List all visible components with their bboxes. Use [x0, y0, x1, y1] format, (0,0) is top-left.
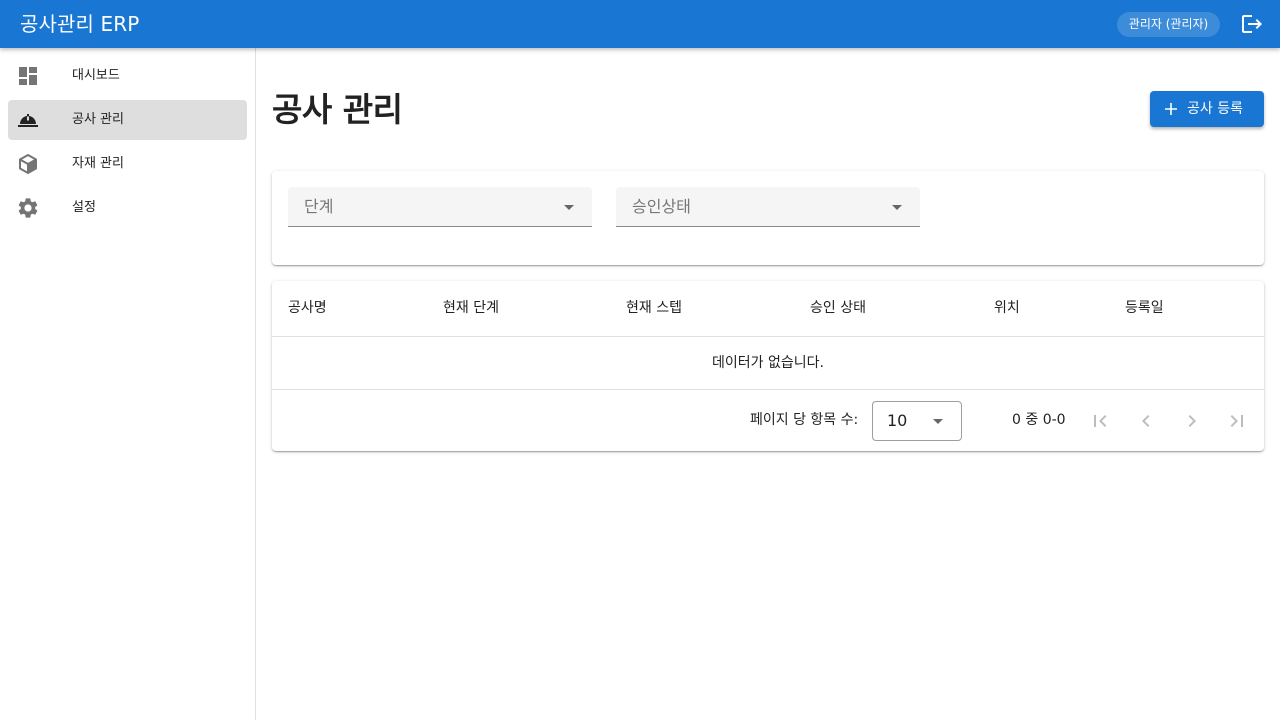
sidebar-item-label: 대시보드 [72, 68, 120, 83]
add-button-label: 공사 등록 [1187, 101, 1243, 117]
pagination-range: 0 중 0-0 [1012, 412, 1066, 428]
first-page-button[interactable] [1084, 405, 1116, 437]
dashboard-icon [19, 67, 37, 85]
add-construction-button[interactable]: 공사 등록 [1150, 91, 1264, 127]
page-title: 공사 관리 [272, 90, 403, 129]
table-pagination: 페이지 당 항목 수: 10 0 중 0-0 [272, 390, 1264, 451]
column-header-step[interactable]: 현재 스텝 [626, 281, 682, 336]
sidebar-item-label: 설정 [72, 200, 96, 215]
first-page-icon [1094, 415, 1107, 427]
plus-icon [1165, 103, 1177, 115]
sidebar-item-construction[interactable]: 공사 관리 [8, 100, 247, 140]
rows-per-page-select[interactable]: 10 [872, 401, 962, 441]
app-title: 공사관리 ERP [20, 12, 140, 36]
hard-hat-icon [18, 114, 38, 127]
approval-status-select[interactable]: 승인상태 [616, 187, 920, 227]
last-page-button[interactable] [1221, 405, 1253, 437]
gear-icon [18, 198, 38, 218]
chevron-down-icon [564, 205, 574, 210]
rows-per-page-value: 10 [887, 411, 908, 430]
chevron-right-icon [1188, 415, 1196, 427]
box-icon [19, 154, 37, 174]
construction-table: 공사명 현재 단계 현재 스텝 승인 상태 위치 등록일 데이터가 없습니다. … [272, 281, 1264, 451]
filter-panel: 단계 승인상태 [272, 171, 1264, 265]
sidebar-item-label: 자재 관리 [72, 156, 124, 171]
chevron-down-icon [933, 419, 943, 424]
sidebar-item-settings[interactable]: 설정 [8, 188, 247, 228]
sidebar-item-label: 공사 관리 [72, 112, 124, 127]
chevron-down-icon [892, 205, 902, 210]
app-bar: 공사관리 ERP 관리자 (관리자) [0, 0, 1280, 48]
rows-per-page-label: 페이지 당 항목 수: [750, 412, 859, 428]
chevron-left-icon [1142, 415, 1150, 427]
stage-select[interactable]: 단계 [288, 187, 592, 227]
sidebar-item-materials[interactable]: 자재 관리 [8, 144, 247, 184]
column-header-registered-date[interactable]: 등록일 [1125, 281, 1164, 336]
stage-select-placeholder: 단계 [304, 197, 334, 216]
empty-message: 데이터가 없습니다. [272, 337, 1264, 390]
last-page-icon [1230, 415, 1243, 427]
sidebar: 대시보드 공사 관리 자재 관리 설정 [0, 48, 256, 720]
column-header-approval[interactable]: 승인 상태 [810, 281, 866, 336]
logout-icon [1242, 15, 1262, 33]
previous-page-button[interactable] [1130, 405, 1162, 437]
column-header-location[interactable]: 위치 [994, 281, 1020, 336]
logout-button[interactable] [1236, 8, 1268, 40]
sidebar-item-dashboard[interactable]: 대시보드 [8, 56, 247, 96]
table-header-row: 공사명 현재 단계 현재 스텝 승인 상태 위치 등록일 [272, 281, 1264, 337]
next-page-button[interactable] [1176, 405, 1208, 437]
approval-select-placeholder: 승인상태 [632, 197, 691, 216]
column-header-name[interactable]: 공사명 [288, 281, 327, 336]
column-header-stage[interactable]: 현재 단계 [443, 281, 499, 336]
user-chip[interactable]: 관리자 (관리자) [1117, 12, 1220, 37]
